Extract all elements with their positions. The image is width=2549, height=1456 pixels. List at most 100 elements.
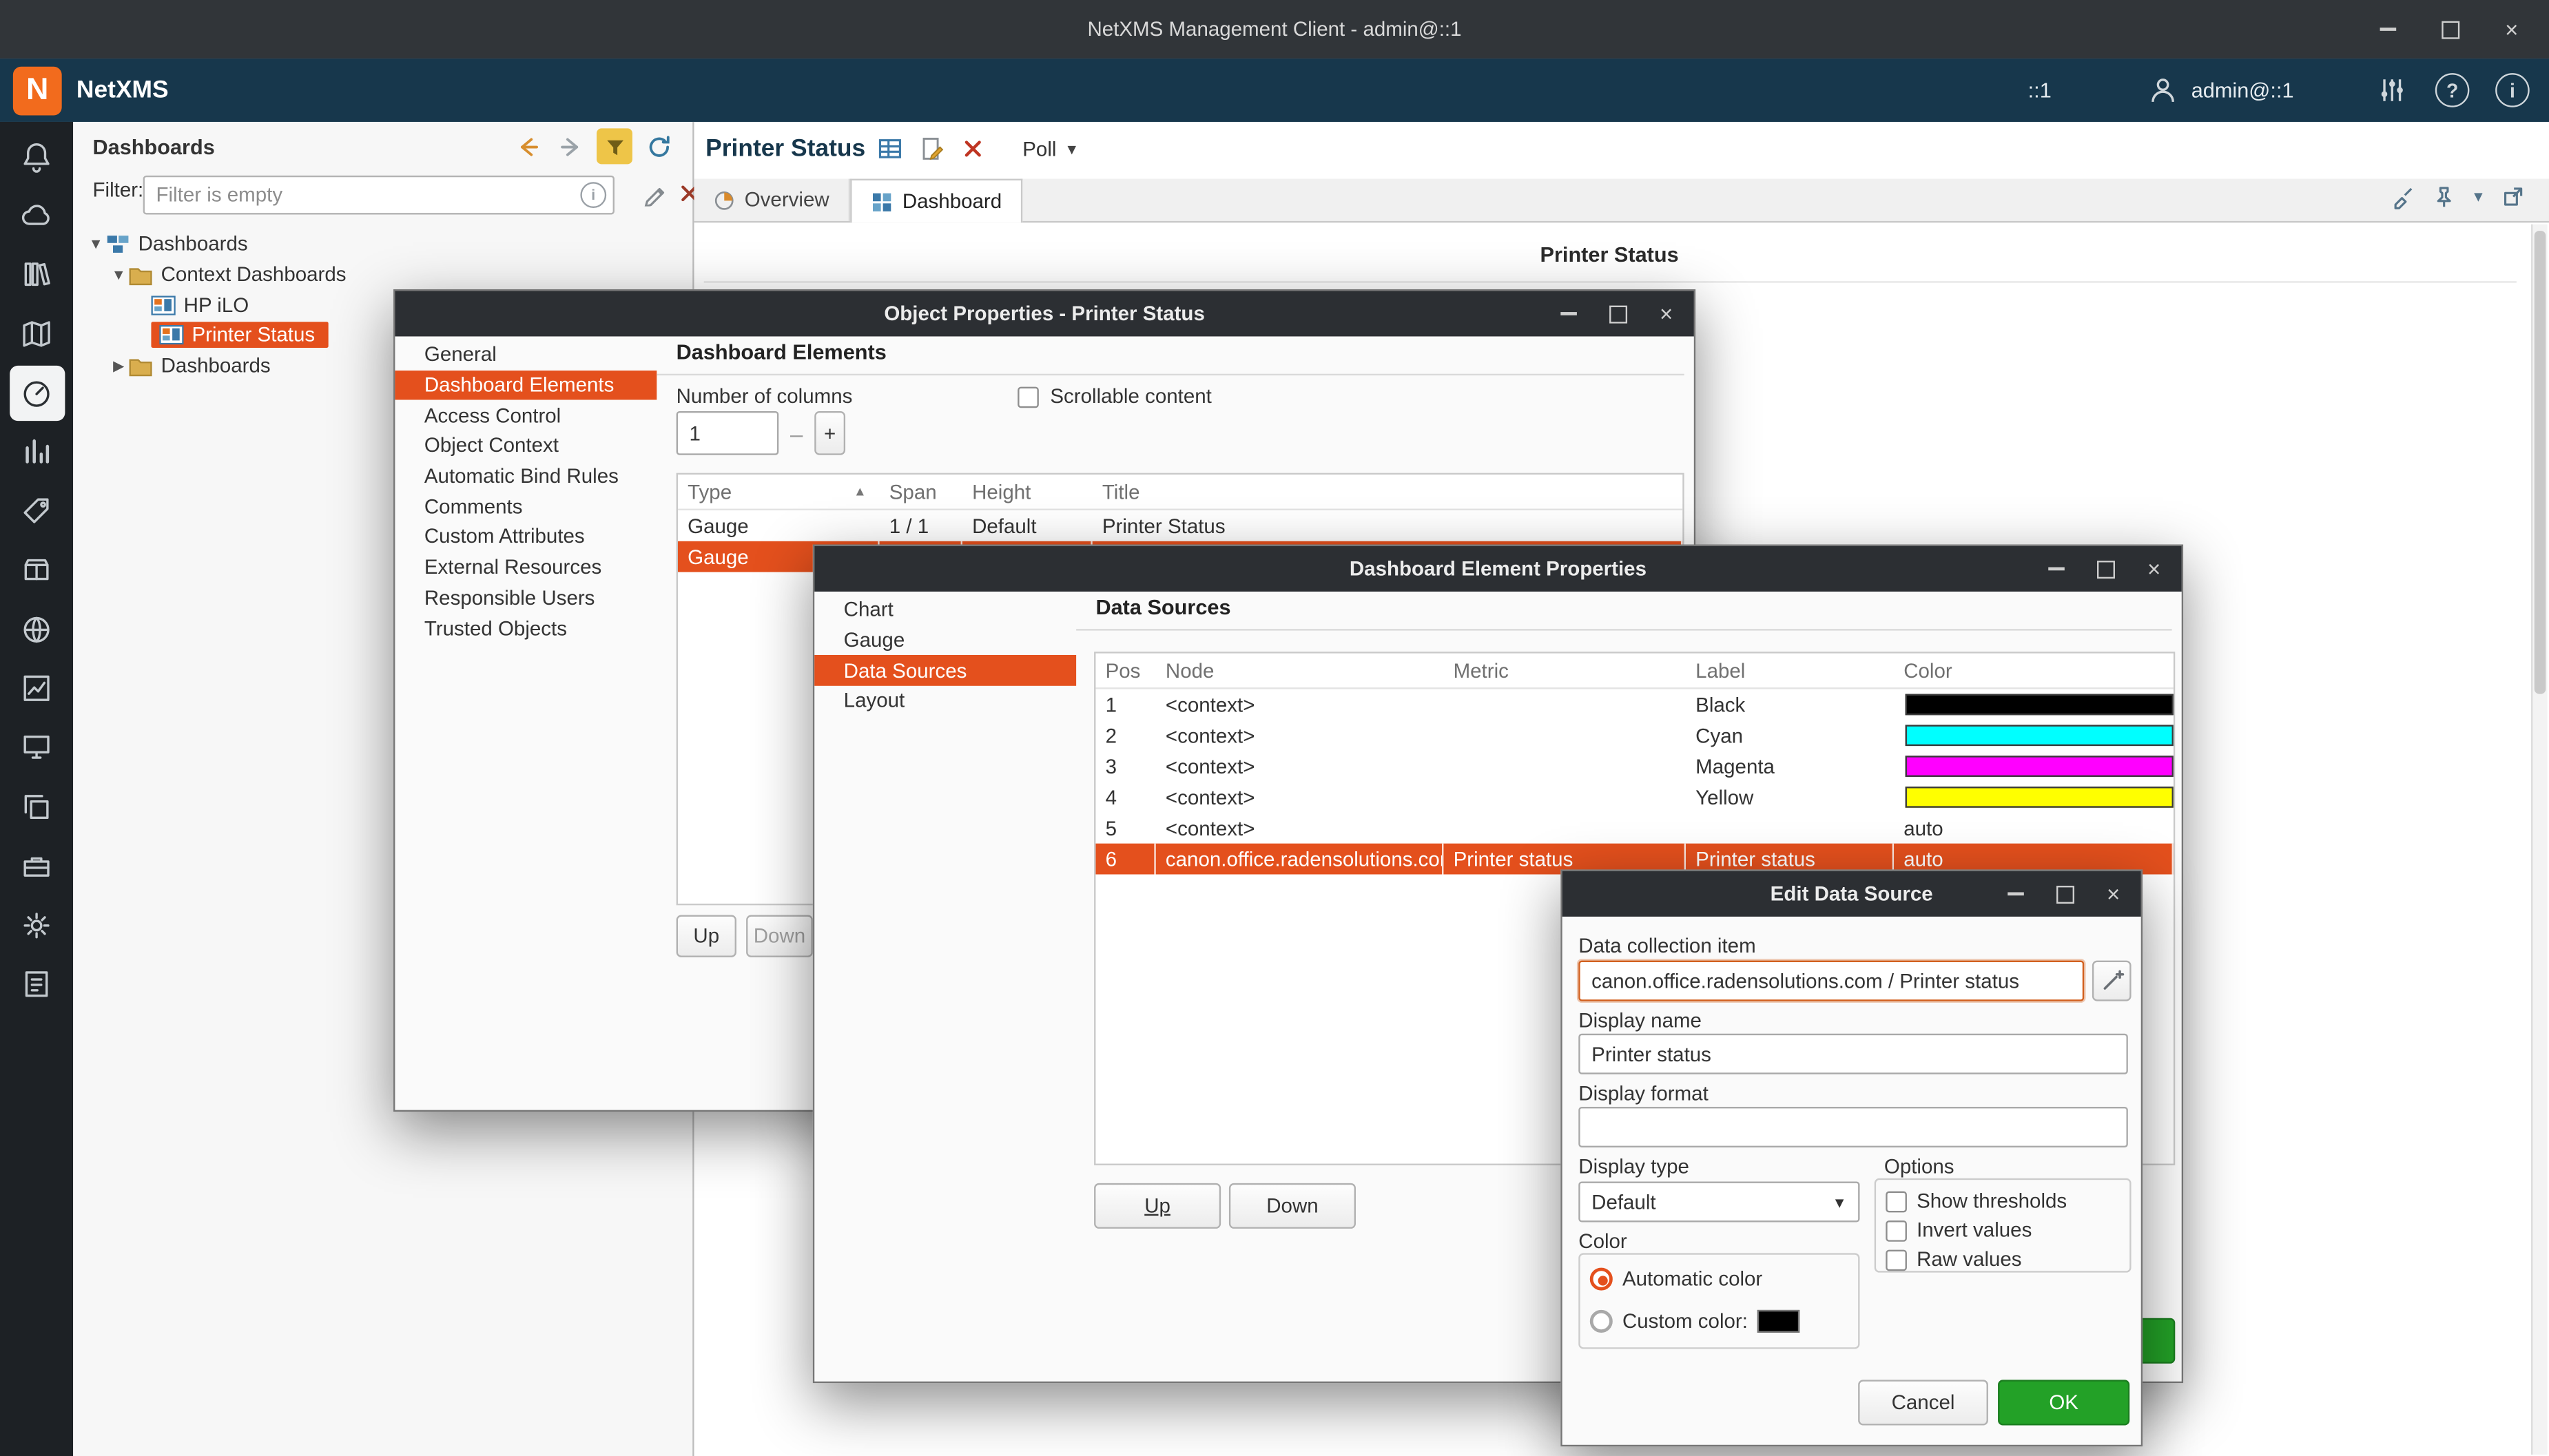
increment-button[interactable]: + [814, 411, 845, 455]
filter-input[interactable] [143, 176, 615, 215]
ok-button[interactable]: OK [1998, 1380, 2129, 1425]
custom-color-swatch[interactable] [1757, 1310, 1799, 1333]
column-header-node[interactable]: Node [1156, 654, 1444, 688]
nav-item-access-control[interactable]: Access Control [395, 400, 657, 430]
up-button[interactable]: Up [677, 915, 736, 957]
rail-notes-icon[interactable] [9, 957, 64, 1012]
nav-back-icon[interactable] [509, 128, 545, 164]
dialog-minimize-button[interactable] [1554, 299, 1583, 328]
rail-map-icon[interactable] [9, 306, 64, 361]
column-header-height[interactable]: Height [962, 475, 1093, 509]
display-type-select[interactable]: Default ▼ [1578, 1182, 1859, 1223]
dialog-maximize-button[interactable] [1603, 299, 1632, 328]
dci-picker-button[interactable] [2092, 961, 2132, 1001]
rail-inventory-icon[interactable] [9, 543, 64, 598]
scrollable-checkbox-row[interactable]: Scrollable content [1018, 385, 1212, 408]
automatic-color-radio[interactable] [1590, 1268, 1613, 1291]
dialog-close-button[interactable]: × [2098, 880, 2127, 908]
delete-icon[interactable] [961, 136, 985, 160]
nav-forward-icon[interactable] [553, 128, 588, 164]
expander-open-icon[interactable]: ▼ [109, 267, 128, 283]
expander-closed-icon[interactable]: ▶ [109, 357, 128, 375]
column-header-type[interactable]: Type▲ [678, 475, 880, 509]
edit-page-icon[interactable] [918, 135, 946, 163]
dialog-minimize-button[interactable] [2042, 554, 2071, 583]
nav-item-layout[interactable]: Layout [814, 686, 1076, 716]
tab-dashboard[interactable]: Dashboard [850, 179, 1022, 223]
refresh-icon[interactable] [641, 128, 677, 164]
column-header-metric[interactable]: Metric [1443, 654, 1686, 688]
nav-item-gauge[interactable]: Gauge [814, 625, 1076, 656]
dci-input[interactable] [1578, 961, 2084, 1001]
cancel-button[interactable]: Cancel [1858, 1380, 1988, 1425]
rail-dashboard-icon[interactable] [9, 365, 64, 420]
table-view-icon[interactable] [876, 135, 904, 163]
user-menu[interactable]: admin@::1 [2146, 73, 2294, 107]
rail-globe-icon[interactable] [9, 601, 64, 656]
rail-line-chart-icon[interactable] [9, 661, 64, 716]
window-maximize-button[interactable] [2435, 14, 2464, 43]
decrement-button[interactable]: – [782, 411, 811, 455]
dialog-close-button[interactable]: × [2139, 554, 2168, 583]
up-button[interactable]: Up [1094, 1183, 1221, 1229]
rail-settings-icon[interactable] [9, 897, 64, 953]
custom-color-option[interactable]: Custom color: [1580, 1307, 1859, 1335]
column-header-label[interactable]: Label [1686, 654, 1894, 688]
down-button[interactable]: Down [746, 915, 813, 957]
column-header-pos[interactable]: Pos [1095, 654, 1155, 688]
edit-filter-icon[interactable] [642, 180, 668, 207]
broom-icon[interactable] [2390, 184, 2416, 210]
invert-values-option[interactable]: Invert values [1876, 1216, 2129, 1245]
info-icon[interactable]: i [2495, 73, 2530, 107]
raw-values-option[interactable]: Raw values [1876, 1245, 2129, 1274]
column-header-span[interactable]: Span [880, 475, 962, 509]
nav-item-trusted-objects[interactable]: Trusted Objects [395, 613, 657, 643]
rail-monitor-icon[interactable] [9, 720, 64, 775]
table-row[interactable]: 5 <context> auto [1095, 813, 2173, 844]
dialog-minimize-button[interactable] [2001, 880, 2030, 908]
column-header-title[interactable]: Title [1093, 475, 1683, 509]
content-scrollbar[interactable] [2531, 225, 2548, 1455]
open-external-icon[interactable] [2500, 184, 2526, 210]
tab-overview[interactable]: Overview [694, 179, 851, 221]
table-row[interactable]: 2 <context> Cyan [1095, 720, 2173, 751]
nav-item-general[interactable]: General [395, 340, 657, 370]
chevron-down-icon[interactable]: ▼ [2471, 189, 2486, 205]
display-format-input[interactable] [1578, 1107, 2128, 1147]
nav-item-chart[interactable]: Chart [814, 595, 1076, 625]
table-row[interactable]: 3 <context> Magenta [1095, 751, 2173, 782]
nav-item-data-sources[interactable]: Data Sources [814, 656, 1076, 686]
nav-item-automatic-bind-rules[interactable]: Automatic Bind Rules [395, 461, 657, 492]
rail-library-icon[interactable] [9, 247, 64, 302]
dialog-close-button[interactable]: × [1651, 299, 1680, 328]
nav-item-comments[interactable]: Comments [395, 492, 657, 522]
display-name-input[interactable] [1578, 1034, 2128, 1074]
nav-item-dashboard-elements[interactable]: Dashboard Elements [395, 370, 657, 400]
filter-toggle-icon[interactable] [597, 128, 632, 164]
help-icon[interactable]: ? [2435, 73, 2470, 107]
filter-info-icon[interactable]: i [580, 182, 606, 208]
tree-item-dashboards-root[interactable]: ▼ Dashboards [73, 229, 692, 260]
invert-values-checkbox[interactable] [1886, 1220, 1907, 1241]
columns-input[interactable] [677, 411, 779, 455]
nav-item-responsible-users[interactable]: Responsible Users [395, 583, 657, 613]
table-row[interactable]: Gauge 1 / 1 Default Printer Status [678, 510, 1682, 541]
window-close-button[interactable]: × [2497, 14, 2526, 43]
table-row[interactable]: 1 <context> Black [1095, 689, 2173, 720]
rail-toolbox-icon[interactable] [9, 838, 64, 893]
scrollable-checkbox[interactable] [1018, 386, 1039, 407]
automatic-color-option[interactable]: Automatic color [1580, 1265, 1859, 1293]
poll-dropdown[interactable]: Poll ▼ [1022, 137, 1079, 160]
filter-settings-icon[interactable] [2375, 73, 2410, 107]
expander-open-icon[interactable]: ▼ [86, 236, 105, 253]
raw-values-checkbox[interactable] [1886, 1249, 1907, 1270]
show-thresholds-option[interactable]: Show thresholds [1876, 1187, 2129, 1216]
nav-item-custom-attributes[interactable]: Custom Attributes [395, 522, 657, 552]
scrollbar-thumb[interactable] [2535, 231, 2546, 694]
rail-cloud-icon[interactable] [9, 187, 64, 242]
custom-color-radio[interactable] [1590, 1310, 1613, 1333]
dialog-maximize-button[interactable] [2050, 880, 2079, 908]
rail-copies-icon[interactable] [9, 779, 64, 834]
window-minimize-button[interactable] [2373, 14, 2402, 43]
nav-item-external-resources[interactable]: External Resources [395, 552, 657, 583]
